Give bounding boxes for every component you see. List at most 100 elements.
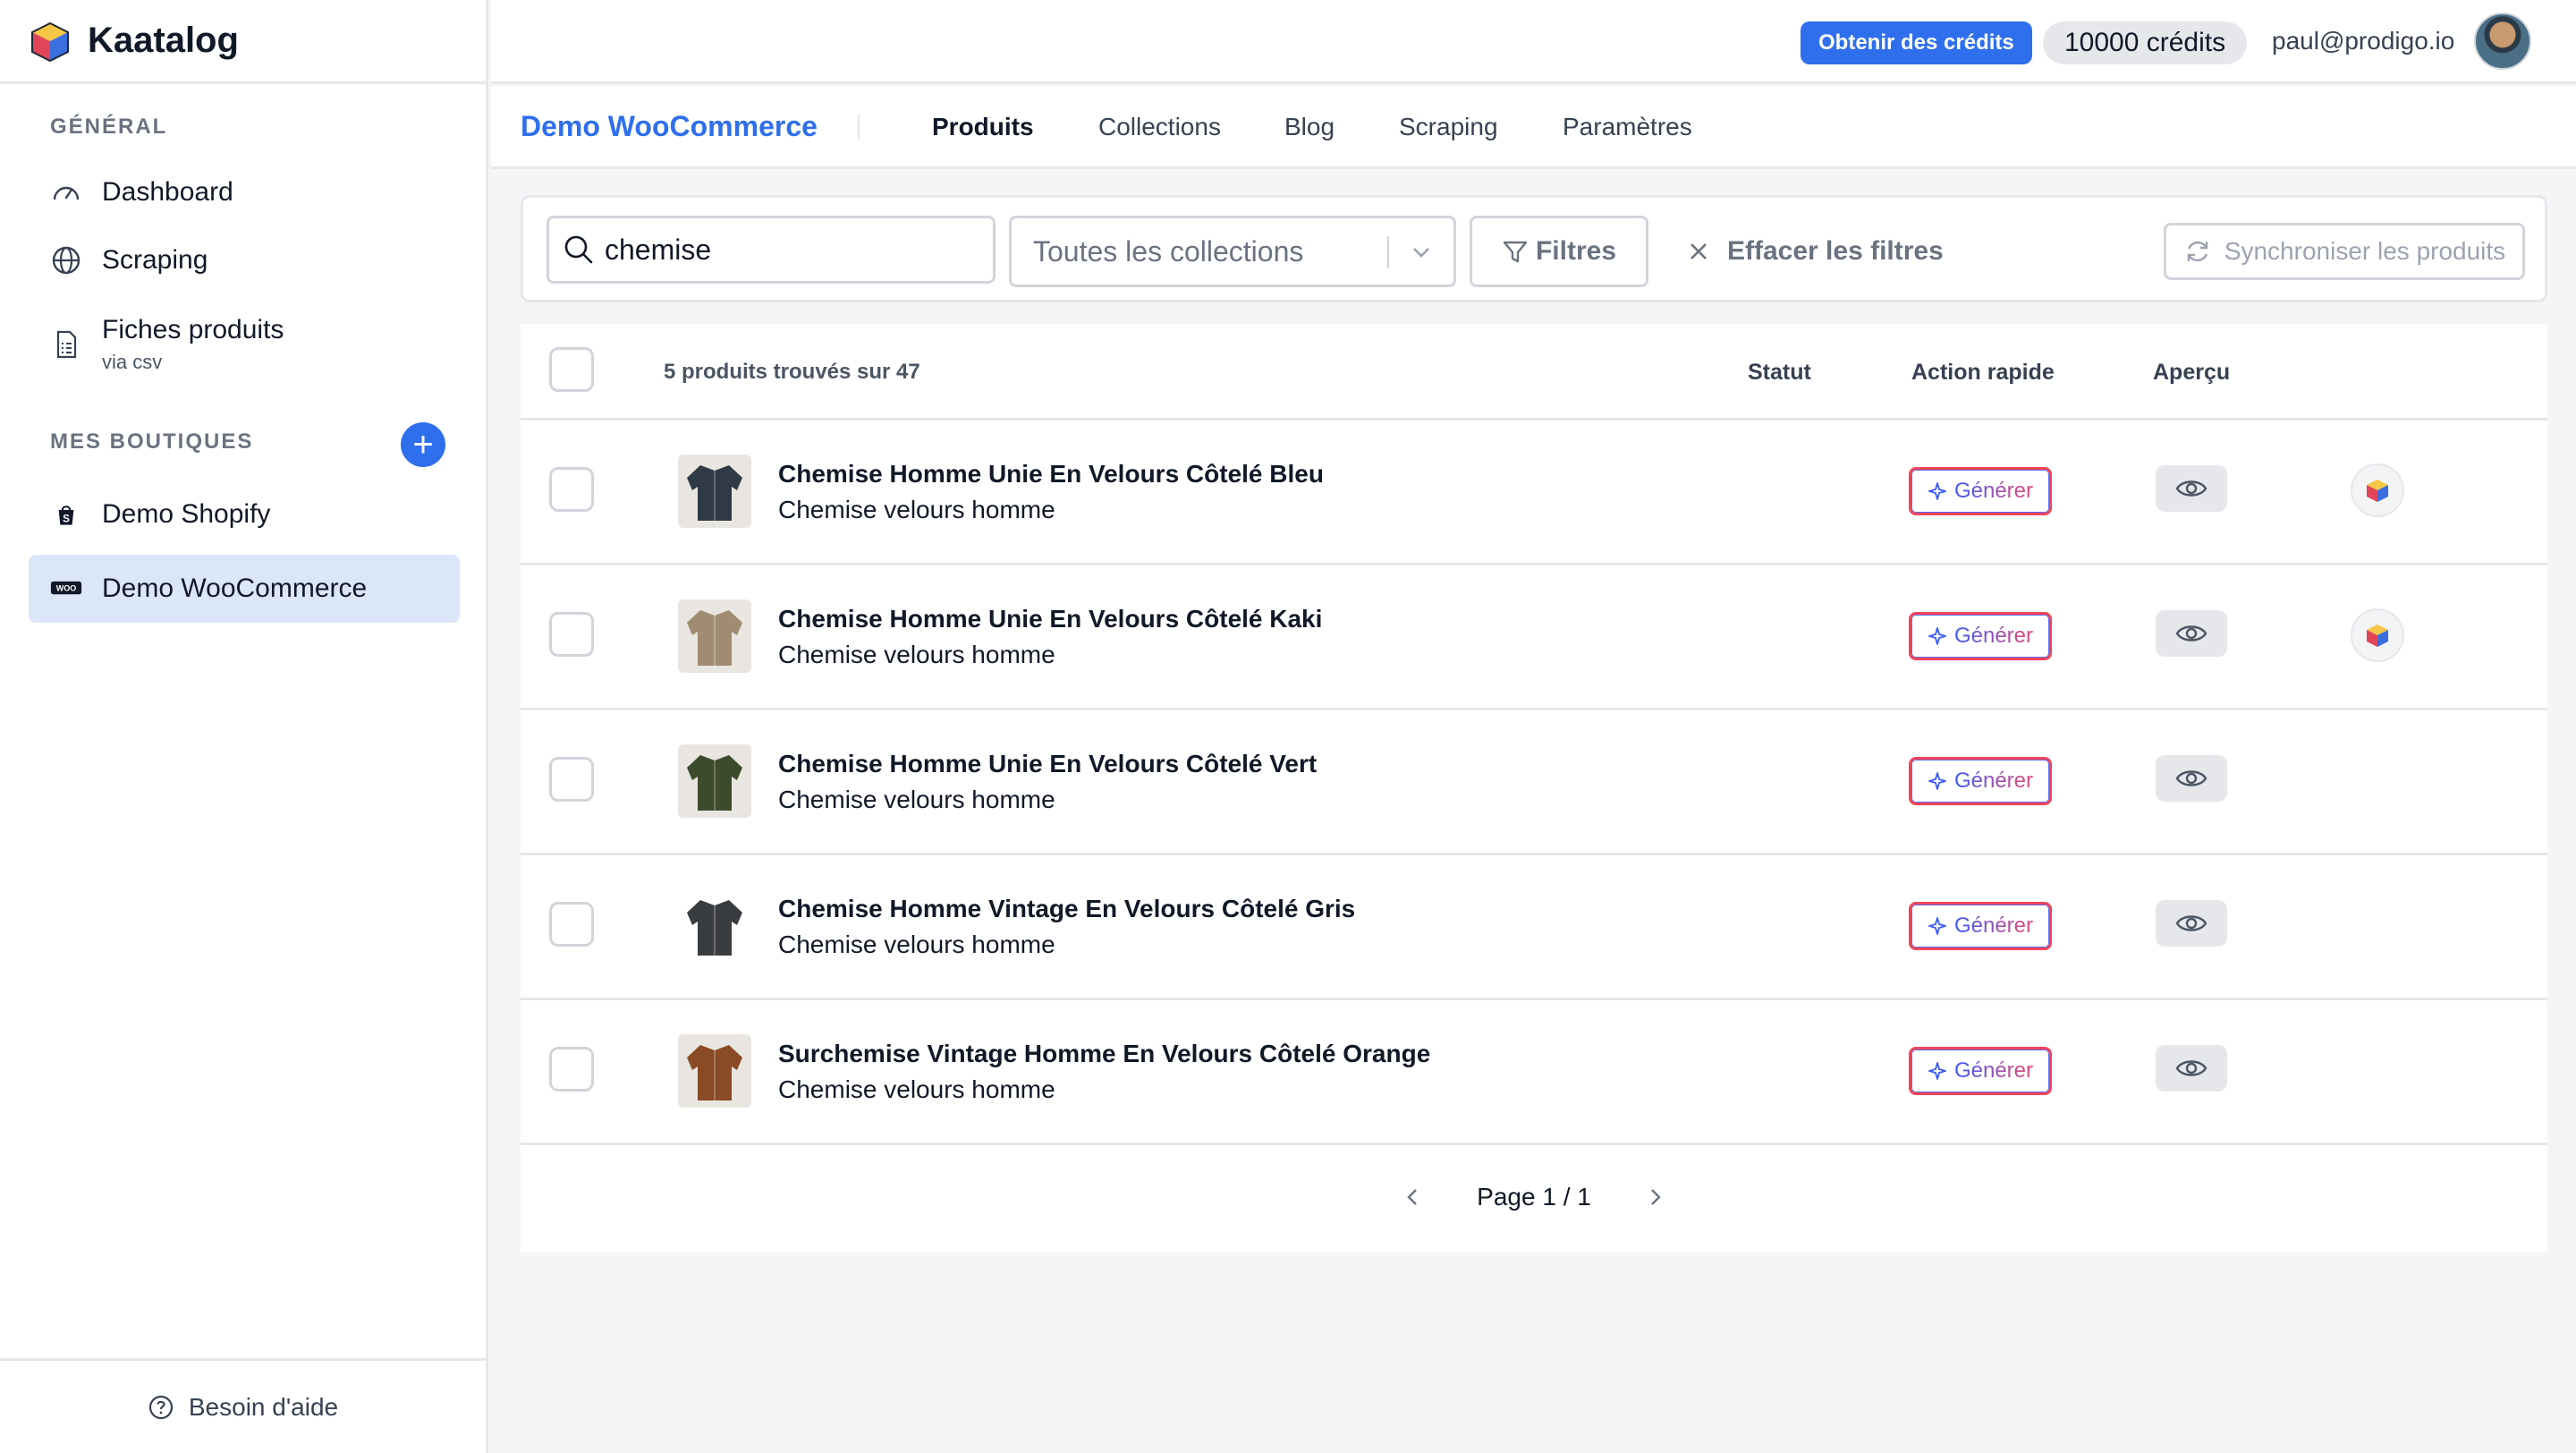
sidebar-item-label: Demo WooCommerce <box>102 574 368 603</box>
product-subtitle: Chemise velours homme <box>778 786 1055 813</box>
row-checkbox[interactable] <box>549 902 594 947</box>
help-link[interactable]: Besoin d'aide <box>0 1358 486 1453</box>
chevron-down-icon <box>1413 248 1429 258</box>
kaatalog-cube-icon <box>2367 480 2388 502</box>
refresh-icon <box>2187 241 2208 262</box>
eye-icon <box>2175 480 2207 497</box>
tab-blog[interactable]: Blog <box>1284 113 1335 141</box>
product-title[interactable]: Chemise Homme Vintage En Velours Côtelé … <box>778 895 1355 923</box>
table-row[interactable]: Chemise Homme Vintage En Velours Côtelé … <box>521 855 2547 1000</box>
search-input[interactable] <box>605 233 980 267</box>
sparkle-icon <box>1928 917 1946 935</box>
generate-button[interactable]: Générer <box>1909 467 2052 515</box>
eye-icon <box>2175 625 2207 642</box>
chevron-left-icon[interactable] <box>1400 1185 1425 1210</box>
section-shops: MES BOUTIQUES + <box>0 422 486 467</box>
eye-icon <box>2175 1060 2207 1076</box>
sidebar-item-label: Scraping <box>102 245 208 275</box>
sync-products-label: Synchroniser les produits <box>2224 237 2506 265</box>
generate-button[interactable]: Générer <box>1909 757 2052 805</box>
generate-label: Générer <box>1953 624 2034 648</box>
sidebar-item-demo-shopify[interactable]: S Demo Shopify <box>29 485 460 544</box>
store-title: Demo WooCommerce <box>521 110 818 142</box>
close-icon <box>1690 243 1707 259</box>
sidebar-item-label: Dashboard <box>102 177 233 207</box>
generate-label: Générer <box>1953 1058 2034 1083</box>
row-checkbox[interactable] <box>549 1047 594 1092</box>
preview-button[interactable] <box>2156 465 2227 512</box>
preview-button[interactable] <box>2156 755 2227 802</box>
generate-button[interactable]: Générer <box>1909 1047 2052 1095</box>
preview-button[interactable] <box>2156 1045 2227 1092</box>
topbar: Obtenir des crédits 10000 crédits paul@p… <box>491 0 2576 84</box>
row-checkbox[interactable] <box>549 757 594 802</box>
section-general-title: GÉNÉRAL <box>50 115 168 139</box>
search-box[interactable] <box>547 216 996 284</box>
product-title[interactable]: Chemise Homme Unie En Velours Côtelé Kak… <box>778 605 1322 633</box>
sidebar: Kaatalog GÉNÉRAL Dashboard Scraping Fich… <box>0 0 488 1453</box>
globe-icon <box>50 244 82 276</box>
generate-button[interactable]: Générer <box>1909 612 2052 660</box>
products-table: 5 produits trouvés sur 47 Statut Action … <box>521 324 2547 1253</box>
sidebar-item-label: Fiches produits <box>102 315 284 344</box>
table-row[interactable]: Surchemise Vintage Homme En Velours Côte… <box>521 1000 2547 1145</box>
column-status: Statut <box>1748 360 1811 385</box>
sidebar-item-fiches-produits[interactable]: Fiches produits via csv <box>29 304 460 385</box>
sidebar-item-demo-woocommerce[interactable]: WOO Demo WooCommerce <box>29 555 460 623</box>
product-thumbnail <box>678 744 751 818</box>
table-header: 5 produits trouvés sur 47 Statut Action … <box>521 324 2547 421</box>
select-all-checkbox[interactable] <box>549 347 594 392</box>
section-shops-title: MES BOUTIQUES <box>50 429 254 454</box>
avatar[interactable] <box>2474 13 2531 70</box>
table-row[interactable]: Chemise Homme Unie En Velours Côtelé Ble… <box>521 421 2547 565</box>
chevron-right-icon[interactable] <box>1643 1185 1668 1210</box>
preview-button[interactable] <box>2156 900 2227 947</box>
filter-bar: Toutes les collections Filtres Effacer l… <box>521 195 2547 302</box>
add-shop-button[interactable]: + <box>401 422 445 467</box>
get-credits-button[interactable]: Obtenir des crédits <box>1801 21 2032 64</box>
user-email[interactable]: paul@prodigo.io <box>2272 27 2454 55</box>
generate-label: Générer <box>1953 479 2034 503</box>
generate-label: Générer <box>1953 913 2034 938</box>
help-label: Besoin d'aide <box>188 1392 339 1421</box>
woocommerce-icon: WOO <box>50 573 82 605</box>
kaatalog-status-button[interactable] <box>2351 608 2404 662</box>
tab-scraping[interactable]: Scraping <box>1399 113 1498 141</box>
sidebar-item-label: Demo Shopify <box>102 499 271 529</box>
sidebar-item-scraping[interactable]: Scraping <box>29 233 460 288</box>
product-title[interactable]: Surchemise Vintage Homme En Velours Côte… <box>778 1040 1430 1068</box>
results-count: 5 produits trouvés sur 47 <box>664 360 920 384</box>
collection-select[interactable]: Toutes les collections <box>1009 216 1456 287</box>
question-circle-icon <box>148 1395 173 1419</box>
eye-icon <box>2175 770 2207 786</box>
row-checkbox[interactable] <box>549 467 594 512</box>
kaatalog-status-button[interactable] <box>2351 463 2404 517</box>
sparkle-icon <box>1928 772 1946 790</box>
sidebar-item-dashboard[interactable]: Dashboard <box>29 165 460 220</box>
generate-label: Générer <box>1953 769 2034 793</box>
select-divider <box>1387 236 1389 268</box>
tab-produits[interactable]: Produits <box>932 113 1034 141</box>
page-indicator: Page 1 / 1 <box>1477 1183 1591 1211</box>
product-subtitle: Chemise velours homme <box>778 1075 1055 1103</box>
row-checkbox[interactable] <box>549 612 594 657</box>
product-title[interactable]: Chemise Homme Unie En Velours Côtelé Ble… <box>778 460 1324 489</box>
generate-button[interactable]: Générer <box>1909 902 2052 950</box>
product-thumbnail <box>678 599 751 673</box>
tab-collections[interactable]: Collections <box>1098 113 1221 141</box>
document-icon <box>50 328 82 361</box>
product-thumbnail <box>678 1034 751 1108</box>
tab-parametres[interactable]: Paramètres <box>1563 113 1692 141</box>
clear-filters-button[interactable]: Effacer les filtres <box>1686 216 1944 287</box>
preview-button[interactable] <box>2156 610 2227 657</box>
filters-button[interactable]: Filtres <box>1470 216 1648 287</box>
kaatalog-cube-icon <box>2367 625 2388 647</box>
table-row[interactable]: Chemise Homme Unie En Velours Côtelé Kak… <box>521 565 2547 710</box>
subnav-divider <box>858 113 860 140</box>
product-thumbnail <box>678 455 751 528</box>
brand[interactable]: Kaatalog <box>0 0 486 84</box>
product-title[interactable]: Chemise Homme Unie En Velours Côtelé Ver… <box>778 750 1317 778</box>
sync-products-button[interactable]: Synchroniser les produits <box>2164 223 2525 280</box>
table-row[interactable]: Chemise Homme Unie En Velours Côtelé Ver… <box>521 710 2547 855</box>
eye-icon <box>2175 915 2207 931</box>
